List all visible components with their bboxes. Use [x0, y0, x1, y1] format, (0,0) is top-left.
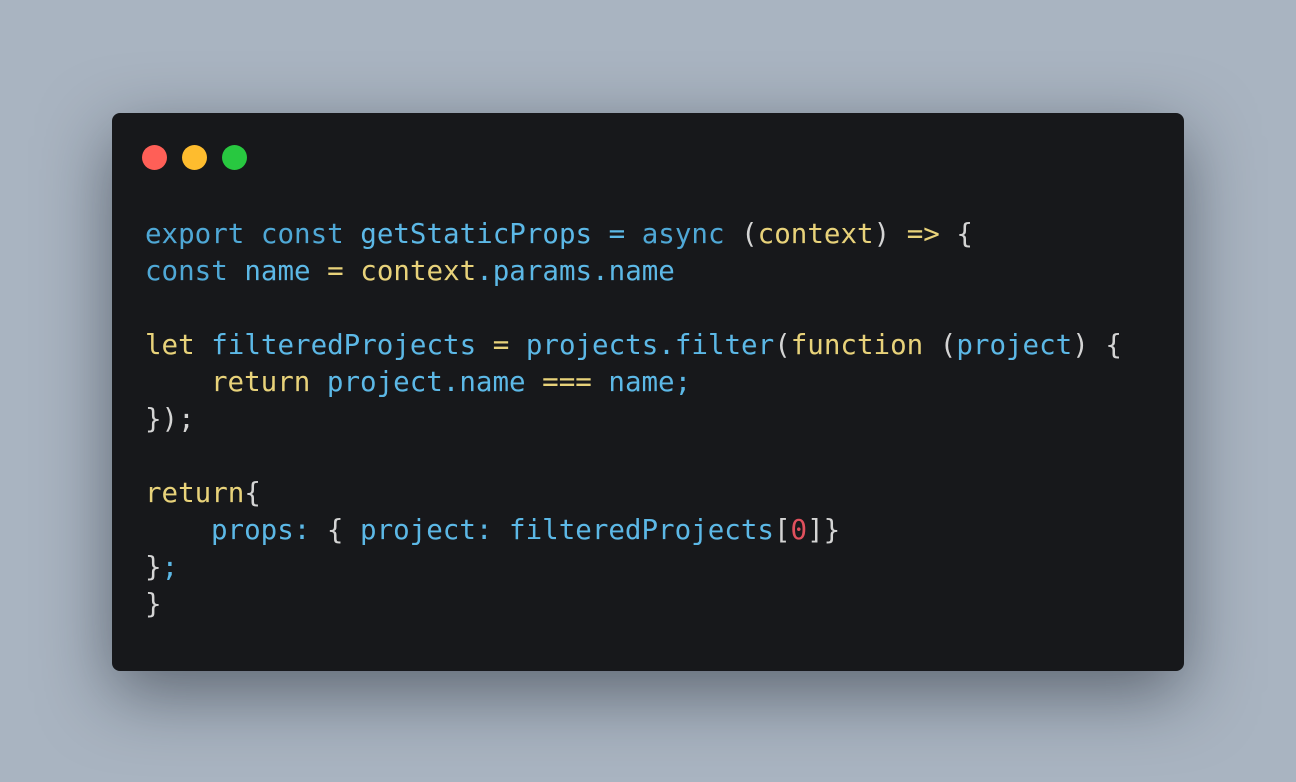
code-line: });	[145, 401, 1122, 438]
code-line: ​	[145, 290, 1122, 327]
code-token: (	[923, 329, 957, 361]
code-token: =	[608, 218, 626, 250]
code-token: .params.name	[476, 255, 675, 287]
code-token: }	[145, 588, 162, 620]
code-token: function	[790, 329, 924, 361]
code-token: name;	[608, 366, 692, 398]
code-token: getStaticProps	[360, 218, 593, 250]
code-line: return project.name === name;	[145, 364, 1122, 401]
code-token: const	[260, 218, 344, 250]
code-window: export const getStaticProps = async (con…	[112, 113, 1184, 671]
code-token: filteredProjects	[509, 514, 774, 546]
code-line: export const getStaticProps = async (con…	[145, 216, 1122, 253]
code-token: 0	[790, 514, 808, 546]
maximize-dot-icon[interactable]	[222, 145, 247, 170]
code-token: =	[327, 255, 344, 287]
code-token: project:	[360, 514, 493, 546]
code-token: return	[145, 477, 245, 509]
code-token: {	[310, 514, 361, 546]
close-dot-icon[interactable]	[142, 145, 167, 170]
code-line: return{	[145, 475, 1122, 512]
code-token: ;	[161, 551, 179, 583]
code-token: [	[773, 514, 791, 546]
code-token: return	[211, 366, 311, 398]
code-line: const name = context.params.name	[145, 253, 1122, 290]
code-token: });	[145, 403, 195, 435]
code-line: };	[145, 549, 1122, 586]
code-token: }	[145, 551, 162, 583]
code-token: let	[145, 329, 195, 361]
code-line: }	[145, 586, 1122, 623]
code-token: ===	[542, 366, 592, 398]
code-token: {	[939, 218, 973, 250]
code-token: (	[774, 329, 791, 361]
code-token: {	[244, 477, 261, 509]
code-token: (	[741, 218, 758, 250]
code-line: let filteredProjects = projects.filter(f…	[145, 327, 1122, 364]
window-controls	[142, 145, 247, 170]
code-block: export const getStaticProps = async (con…	[145, 216, 1122, 623]
code-line: props: { project: filteredProjects[0]}	[145, 512, 1122, 549]
code-token: context	[757, 218, 874, 250]
code-token: projects.filter	[525, 329, 775, 361]
code-token: const	[145, 255, 228, 287]
code-token: async	[641, 218, 725, 250]
code-token: export	[145, 218, 245, 250]
code-token: context	[360, 255, 477, 287]
code-token: =	[492, 329, 510, 361]
code-line: ​	[145, 438, 1122, 475]
code-token: props:	[211, 514, 311, 546]
code-token: ) {	[1072, 329, 1122, 361]
code-token: )	[873, 218, 891, 250]
code-token: project.name	[326, 366, 526, 398]
code-body: export const getStaticProps = async (con…	[145, 216, 1122, 623]
code-token: project	[956, 329, 1073, 361]
code-token: ]}	[807, 514, 841, 546]
code-token: filteredProjects	[211, 329, 477, 361]
code-token: name	[244, 255, 311, 287]
minimize-dot-icon[interactable]	[182, 145, 207, 170]
code-token: =>	[906, 218, 940, 250]
